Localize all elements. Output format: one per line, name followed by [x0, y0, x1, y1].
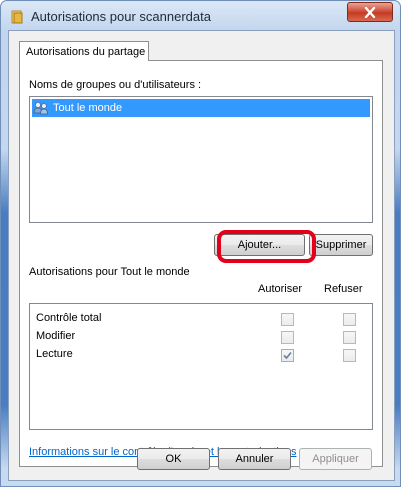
column-allow: Autoriser: [258, 283, 303, 295]
window-title: Autorisations pour scannerdata: [31, 9, 211, 24]
permissions-label: Autorisations pour Tout le monde: [29, 266, 190, 278]
folder-icon: [11, 10, 23, 24]
tab-panel: Noms de groupes ou d'utilisateurs : Tout…: [19, 60, 383, 467]
deny-modify-checkbox[interactable]: [343, 331, 356, 344]
list-item[interactable]: Tout le monde: [32, 99, 370, 117]
deny-read-checkbox[interactable]: [343, 349, 356, 362]
tab-share-permissions[interactable]: Autorisations du partage: [19, 41, 149, 61]
close-button[interactable]: [347, 2, 393, 22]
users-list[interactable]: Tout le monde: [29, 96, 373, 223]
allow-read-checkbox[interactable]: [281, 349, 294, 362]
user-name: Tout le monde: [53, 102, 123, 114]
remove-button[interactable]: Supprimer: [309, 234, 373, 256]
users-group-icon: [33, 102, 48, 115]
deny-full-control-checkbox[interactable]: [343, 313, 356, 326]
permission-read-label: Lecture: [36, 348, 73, 360]
permissions-list: Contrôle total Modifier Lecture: [29, 303, 373, 430]
close-icon: [364, 6, 376, 18]
column-deny: Refuser: [324, 283, 363, 295]
add-button-highlight: [217, 230, 316, 263]
groups-label: Noms de groupes ou d'utilisateurs :: [29, 79, 202, 91]
permission-modify-label: Modifier: [36, 330, 76, 342]
cancel-button[interactable]: Annuler: [218, 448, 291, 470]
allow-modify-checkbox[interactable]: [281, 331, 294, 344]
dialog-client-area: Autorisations du partage Noms de groupes…: [8, 30, 395, 481]
permission-full-control-label: Contrôle total: [36, 312, 102, 324]
allow-full-control-checkbox[interactable]: [281, 313, 294, 326]
ok-button[interactable]: OK: [137, 448, 210, 470]
dialog-window: Autorisations pour scannerdata Autorisat…: [0, 0, 401, 487]
apply-button[interactable]: Appliquer: [299, 448, 372, 470]
checkmark-icon: [283, 351, 292, 360]
